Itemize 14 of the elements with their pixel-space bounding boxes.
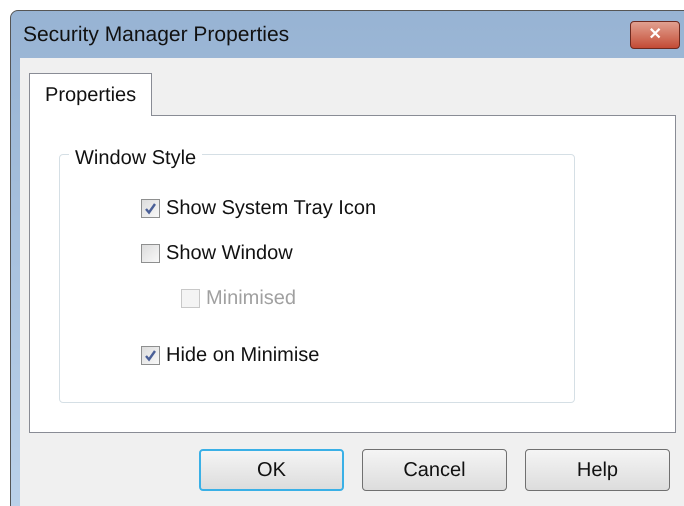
tab[interactable]: Properties <box>29 73 152 116</box>
window-title: Security Manager Properties <box>22 22 290 48</box>
checkmark-icon <box>144 348 157 362</box>
checkbox-label: Show System Tray Icon <box>166 196 376 221</box>
checkbox[interactable] <box>141 198 160 218</box>
dialog-button[interactable]: Help <box>525 449 670 491</box>
checkbox-label: Show Window <box>166 241 293 266</box>
dialog-button[interactable]: Cancel <box>362 449 507 491</box>
checkbox[interactable] <box>141 346 160 364</box>
checkbox[interactable] <box>141 244 160 262</box>
checkmark-icon <box>144 202 157 214</box>
dialog-button[interactable]: OK <box>199 449 344 491</box>
checkbox-label: Hide on Minimise <box>166 343 320 368</box>
checkbox-label: Minimised <box>206 286 296 311</box>
